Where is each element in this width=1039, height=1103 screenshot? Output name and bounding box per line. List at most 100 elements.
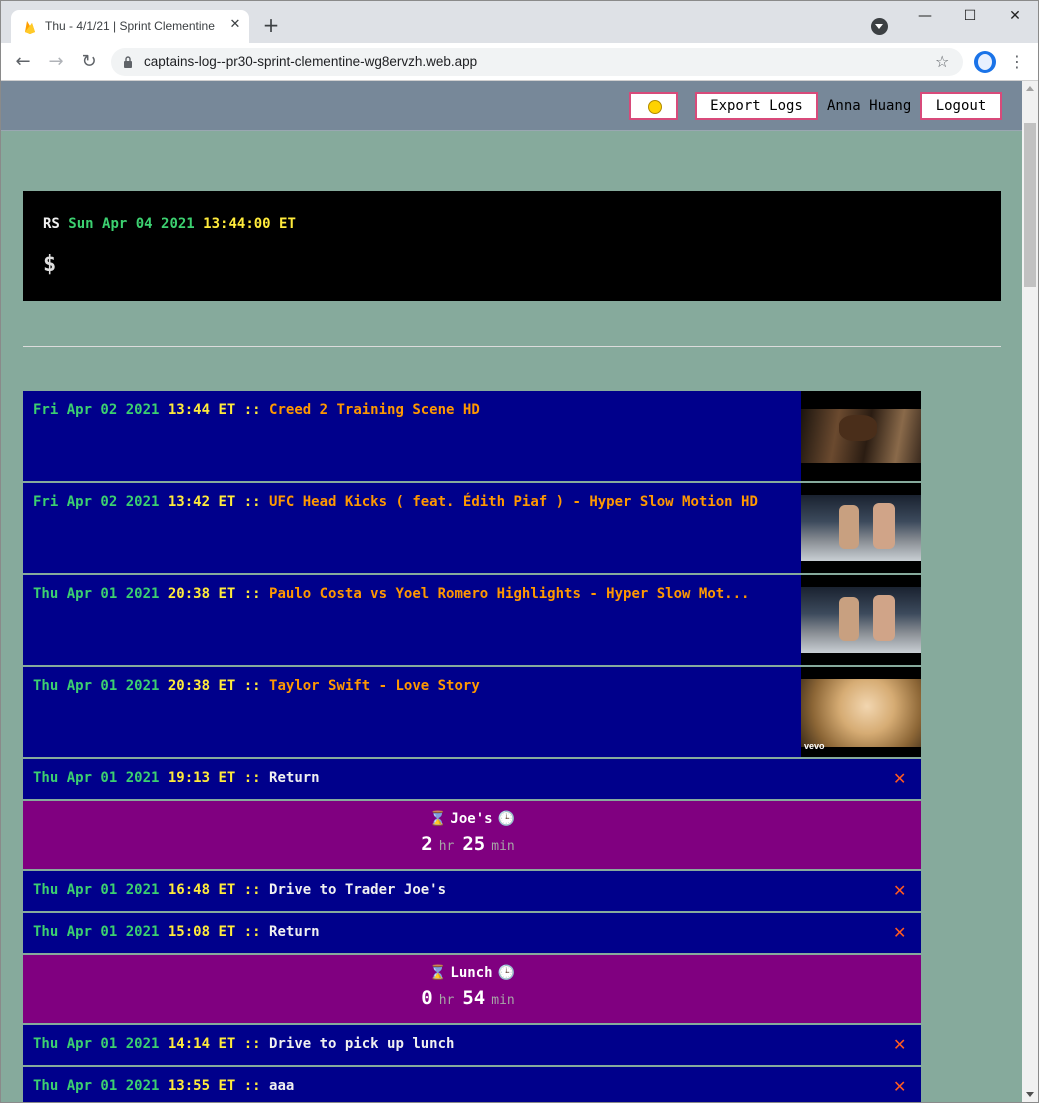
ufc-thumbnail[interactable] [801, 483, 921, 573]
log-tz: ET [218, 770, 244, 786]
clock-icon: 🕒 [497, 965, 516, 981]
duration-minutes-unit: min [491, 839, 515, 854]
terminal-time: 13:44:00 [203, 216, 271, 232]
scrollbar-thumb[interactable] [1024, 123, 1036, 287]
log-separator: :: [243, 924, 270, 940]
logout-button[interactable]: Logout [920, 92, 1002, 120]
tab-strip: Thu - 4/1/21 | Sprint Clementine ✕ + — ☐… [1, 1, 1038, 43]
terminal-status-line: RS Sun Apr 04 2021 13:44:00 ET [43, 216, 296, 232]
log-row-text: Thu Apr 01 2021 14:14 ET :: Drive to pic… [33, 1036, 454, 1052]
log-date: Thu Apr 01 2021 [33, 1036, 168, 1052]
minimize-icon[interactable]: — [902, 5, 948, 29]
log-time: 20:38 [167, 586, 219, 602]
scroll-up-icon[interactable] [1026, 86, 1034, 91]
log-row-text: Fri Apr 02 2021 13:42 ET :: UFC Head Kic… [33, 494, 758, 510]
terminal-prefix: RS [43, 216, 60, 232]
media-log-row[interactable]: Thu Apr 01 2021 20:38 ET :: Taylor Swift… [23, 667, 921, 757]
duration-hours: 2 [421, 833, 433, 855]
delete-icon[interactable]: ✕ [893, 769, 906, 789]
log-row[interactable]: Thu Apr 01 2021 13:55 ET :: aaa ✕ [23, 1067, 921, 1102]
browser-tab[interactable]: Thu - 4/1/21 | Sprint Clementine ✕ [11, 10, 249, 43]
media-log-row[interactable]: Fri Apr 02 2021 13:42 ET :: UFC Head Kic… [23, 483, 921, 573]
log-time: 20:38 [167, 678, 219, 694]
export-logs-button[interactable]: Export Logs [695, 92, 818, 120]
log-separator: :: [243, 402, 270, 418]
terminal-date: Sun Apr 04 2021 [68, 216, 195, 232]
log-row[interactable]: Thu Apr 01 2021 15:08 ET :: Return ✕ [23, 913, 921, 953]
forward-icon[interactable]: → [45, 51, 67, 73]
media-log-row[interactable]: Fri Apr 02 2021 13:44 ET :: Creed 2 Trai… [23, 391, 921, 481]
log-row-text: Thu Apr 01 2021 13:55 ET :: aaa [33, 1078, 294, 1094]
delete-icon[interactable]: ✕ [893, 923, 906, 943]
log-title: aaa [269, 1078, 295, 1094]
reload-icon[interactable]: ↻ [78, 51, 100, 73]
scrollbar[interactable] [1022, 81, 1038, 1102]
url-text: captains-log--pr30-sprint-clementine-wg8… [144, 54, 478, 69]
log-time: 13:42 [167, 494, 219, 510]
window-close-icon[interactable]: ✕ [992, 5, 1038, 29]
log-separator: :: [243, 494, 270, 510]
log-date: Thu Apr 01 2021 [33, 586, 168, 602]
browser-toolbar: ← → ↻ captains-log--pr30-sprint-clementi… [1, 43, 1038, 81]
vevo-badge: vevo [804, 741, 825, 751]
boxing-thumbnail[interactable] [801, 391, 921, 481]
page-viewport: Export Logs Anna Huang Logout RS Sun Apr… [1, 81, 1022, 1102]
delete-icon[interactable]: ✕ [893, 1035, 906, 1055]
log-date: Thu Apr 01 2021 [33, 1078, 168, 1094]
log-separator: :: [243, 770, 270, 786]
bookmark-star-icon[interactable]: ☆ [935, 52, 949, 71]
tab-close-icon[interactable]: ✕ [227, 17, 243, 33]
log-media-title: UFC Head Kicks ( feat. Édith Piaf ) - Hy… [269, 494, 758, 510]
browser-menu-icon[interactable]: ⋮ [1009, 51, 1025, 73]
log-date: Thu Apr 01 2021 [33, 924, 168, 940]
log-tz: ET [218, 586, 244, 602]
terminal-input[interactable]: RS Sun Apr 04 2021 13:44:00 ET $ [23, 191, 1001, 301]
log-title: Return [269, 770, 320, 786]
log-row[interactable]: Thu Apr 01 2021 19:13 ET :: Return ✕ [23, 759, 921, 799]
top-nav: Export Logs Anna Huang Logout [1, 81, 1022, 131]
divider [23, 346, 1001, 347]
ufc-thumbnail[interactable] [801, 575, 921, 665]
new-tab-icon[interactable]: + [261, 15, 281, 35]
theme-toggle-button[interactable] [629, 92, 678, 120]
duration-hours-unit: hr [438, 839, 455, 854]
log-date: Fri Apr 02 2021 [33, 494, 168, 510]
duration-hours: 0 [421, 987, 433, 1009]
scroll-down-icon[interactable] [1026, 1092, 1034, 1097]
log-row-text: Thu Apr 01 2021 20:38 ET :: Taylor Swift… [33, 678, 480, 694]
log-date: Fri Apr 02 2021 [33, 402, 168, 418]
duration-summary: ⌛ Joe's 🕒 2 hr 25 min [23, 801, 921, 869]
user-name: Anna Huang [827, 98, 912, 114]
log-tz: ET [218, 924, 244, 940]
log-separator: :: [243, 882, 270, 898]
log-tz: ET [218, 494, 244, 510]
log-media-title: Creed 2 Training Scene HD [269, 402, 480, 418]
browser-window: Thu - 4/1/21 | Sprint Clementine ✕ + — ☐… [0, 0, 1039, 1103]
maximize-icon[interactable]: ☐ [947, 5, 993, 29]
log-row[interactable]: Thu Apr 01 2021 16:48 ET :: Drive to Tra… [23, 871, 921, 911]
tab-search-icon[interactable] [871, 18, 888, 35]
log-tz: ET [218, 402, 244, 418]
terminal-tz: ET [279, 216, 296, 232]
delete-icon[interactable]: ✕ [893, 1077, 906, 1097]
music-video-thumbnail[interactable]: vevo [801, 667, 921, 757]
address-bar[interactable]: captains-log--pr30-sprint-clementine-wg8… [111, 48, 963, 76]
log-date: Thu Apr 01 2021 [33, 770, 168, 786]
duration-label: ⌛ Joe's 🕒 [23, 811, 921, 827]
log-row[interactable]: Thu Apr 01 2021 14:14 ET :: Drive to pic… [23, 1025, 921, 1065]
duration-hours-unit: hr [438, 993, 455, 1008]
log-separator: :: [243, 1036, 270, 1052]
duration-title: Lunch [450, 965, 493, 981]
media-log-row[interactable]: Thu Apr 01 2021 20:38 ET :: Paulo Costa … [23, 575, 921, 665]
duration-time: 0 hr 54 min [23, 987, 921, 1009]
log-time: 13:55 [167, 1078, 219, 1094]
log-title: Drive to Trader Joe's [269, 882, 447, 898]
firebase-flame-icon [25, 21, 35, 34]
tab-title: Thu - 4/1/21 | Sprint Clementine [45, 19, 215, 33]
log-tz: ET [218, 882, 244, 898]
profile-avatar[interactable] [974, 51, 996, 73]
log-tz: ET [218, 1036, 244, 1052]
delete-icon[interactable]: ✕ [893, 881, 906, 901]
log-row-text: Thu Apr 01 2021 15:08 ET :: Return [33, 924, 320, 940]
back-icon[interactable]: ← [12, 51, 34, 73]
